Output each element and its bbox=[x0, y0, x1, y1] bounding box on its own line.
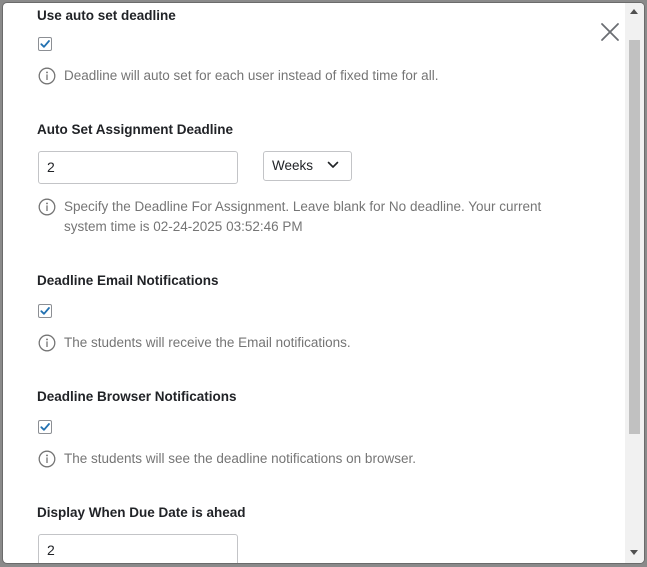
help-text: Deadline will auto set for each user ins… bbox=[64, 68, 439, 83]
chevron-down-icon bbox=[327, 161, 339, 168]
browser-notifications-checkbox[interactable] bbox=[38, 420, 52, 434]
assignment-deadline-help: Specify the Deadline For Assignment. Lea… bbox=[38, 197, 578, 237]
checkmark-icon bbox=[40, 307, 50, 315]
scroll-down-arrow[interactable] bbox=[630, 550, 638, 555]
auto-set-deadline-title: Use auto set deadline bbox=[37, 8, 176, 23]
deadline-settings-modal: Use auto set deadline Deadline will auto… bbox=[3, 3, 644, 563]
info-icon bbox=[38, 198, 56, 216]
deadline-unit-value: Weeks bbox=[272, 158, 314, 173]
due-date-ahead-title: Display When Due Date is ahead bbox=[37, 505, 246, 520]
info-icon bbox=[38, 67, 56, 85]
modal-content: Use auto set deadline Deadline will auto… bbox=[3, 3, 625, 563]
close-button[interactable] bbox=[599, 21, 621, 43]
email-notifications-title: Deadline Email Notifications bbox=[37, 273, 219, 288]
vertical-scrollbar[interactable] bbox=[625, 3, 644, 563]
browser-notifications-title: Deadline Browser Notifications bbox=[37, 389, 237, 404]
assignment-deadline-input[interactable]: 2 bbox=[38, 151, 238, 184]
browser-notifications-help: The students will see the deadline notif… bbox=[38, 449, 578, 469]
help-text: The students will receive the Email noti… bbox=[64, 335, 351, 350]
help-text: Specify the Deadline For Assignment. Lea… bbox=[64, 199, 542, 234]
auto-set-deadline-checkbox[interactable] bbox=[38, 37, 52, 51]
assignment-deadline-title: Auto Set Assignment Deadline bbox=[37, 122, 234, 137]
auto-set-deadline-help: Deadline will auto set for each user ins… bbox=[38, 66, 578, 86]
info-icon bbox=[38, 334, 56, 352]
email-notifications-checkbox[interactable] bbox=[38, 304, 52, 318]
deadline-unit-select[interactable]: Weeks bbox=[263, 151, 352, 181]
scroll-thumb[interactable] bbox=[629, 40, 640, 434]
email-notifications-help: The students will receive the Email noti… bbox=[38, 333, 578, 353]
due-date-ahead-input[interactable]: 2 bbox=[38, 534, 238, 563]
scroll-up-arrow[interactable] bbox=[630, 9, 638, 14]
info-icon bbox=[38, 450, 56, 468]
help-text: The students will see the deadline notif… bbox=[64, 451, 416, 466]
checkmark-icon bbox=[40, 423, 50, 431]
close-icon bbox=[601, 23, 619, 41]
checkmark-icon bbox=[40, 40, 50, 48]
